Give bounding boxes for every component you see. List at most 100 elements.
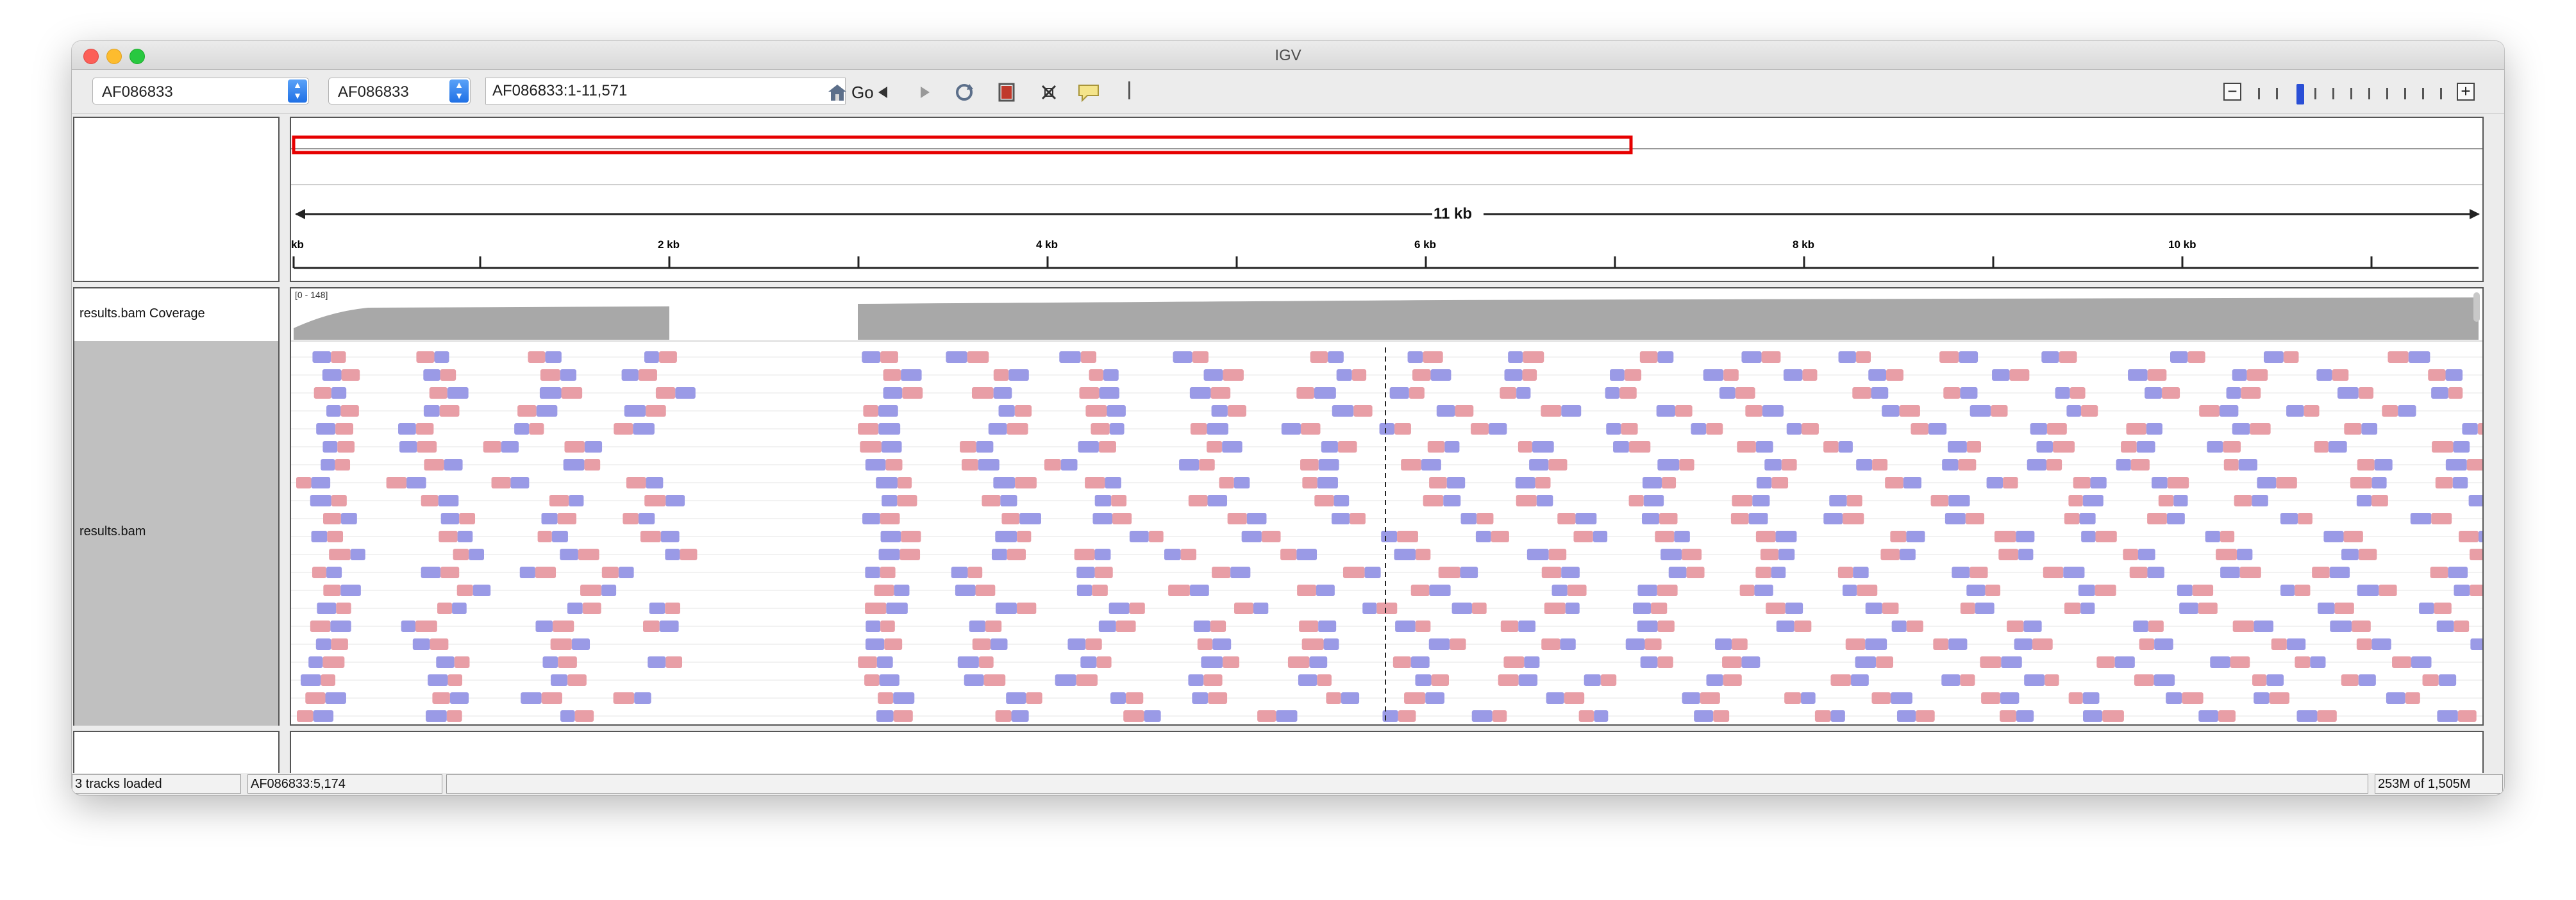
read-segment[interactable] bbox=[440, 567, 460, 578]
read-segment[interactable] bbox=[1431, 674, 1450, 686]
read-segment[interactable] bbox=[514, 423, 530, 435]
read-segment[interactable] bbox=[1723, 369, 1739, 381]
read-segment[interactable] bbox=[313, 710, 334, 722]
read-segment[interactable] bbox=[1959, 351, 1978, 363]
read-segment[interactable] bbox=[2357, 459, 2375, 471]
read-segment[interactable] bbox=[1230, 567, 1251, 578]
read-segment[interactable] bbox=[1998, 549, 2019, 560]
read-segment[interactable] bbox=[578, 549, 599, 560]
read-segment[interactable] bbox=[1755, 567, 1771, 578]
read-segment[interactable] bbox=[1092, 585, 1108, 596]
read-segment[interactable] bbox=[1300, 459, 1319, 471]
read-segment[interactable] bbox=[613, 692, 635, 704]
read-segment[interactable] bbox=[2045, 674, 2059, 686]
read-segment[interactable] bbox=[1752, 495, 1770, 506]
read-segment[interactable] bbox=[446, 710, 462, 722]
read-segment[interactable] bbox=[331, 638, 348, 650]
read-segment[interactable] bbox=[1096, 656, 1112, 668]
read-segment[interactable] bbox=[2198, 710, 2218, 722]
read-segment[interactable] bbox=[322, 441, 338, 453]
read-segment[interactable] bbox=[1567, 585, 1587, 596]
read-segment[interactable] bbox=[1246, 513, 1267, 524]
read-segment[interactable] bbox=[1662, 477, 1677, 488]
read-segment[interactable] bbox=[878, 423, 901, 435]
read-segment[interactable] bbox=[308, 656, 323, 668]
read-segment[interactable] bbox=[1317, 674, 1332, 686]
read-segment[interactable] bbox=[545, 351, 562, 363]
read-segment[interactable] bbox=[1428, 638, 1450, 650]
read-segment[interactable] bbox=[1778, 549, 1795, 560]
read-segment[interactable] bbox=[2023, 621, 2042, 632]
read-segment[interactable] bbox=[2063, 567, 2085, 578]
read-segment[interactable] bbox=[1756, 477, 1772, 488]
read-segment[interactable] bbox=[1287, 656, 1310, 668]
read-segment[interactable] bbox=[1389, 387, 1409, 399]
read-segment[interactable] bbox=[1116, 621, 1136, 632]
read-segment[interactable] bbox=[2000, 692, 2020, 704]
read-segment[interactable] bbox=[2198, 603, 2218, 614]
read-segment[interactable] bbox=[1551, 585, 1568, 596]
read-segment[interactable] bbox=[1657, 459, 1680, 471]
read-segment[interactable] bbox=[1896, 710, 1916, 722]
read-segment[interactable] bbox=[540, 369, 560, 381]
read-segment[interactable] bbox=[321, 459, 335, 471]
read-segment[interactable] bbox=[1660, 549, 1682, 560]
read-segment[interactable] bbox=[1948, 638, 1968, 650]
read-segment[interactable] bbox=[1401, 459, 1421, 471]
read-segment[interactable] bbox=[1966, 585, 1986, 596]
read-segment[interactable] bbox=[960, 441, 976, 453]
read-segment[interactable] bbox=[2070, 387, 2086, 399]
read-segment[interactable] bbox=[2358, 674, 2376, 686]
read-segment[interactable] bbox=[1488, 423, 1507, 435]
read-segment[interactable] bbox=[2445, 369, 2463, 381]
read-segment[interactable] bbox=[449, 692, 469, 704]
read-segment[interactable] bbox=[2116, 459, 2131, 471]
read-segment[interactable] bbox=[1686, 567, 1705, 578]
read-segment[interactable] bbox=[473, 585, 491, 596]
zoom-out-icon[interactable]: − bbox=[2223, 83, 2241, 101]
read-segment[interactable] bbox=[2263, 351, 2284, 363]
read-segment[interactable] bbox=[1675, 405, 1693, 417]
read-segment[interactable] bbox=[884, 638, 903, 650]
read-segment[interactable] bbox=[2154, 638, 2173, 650]
read-segment[interactable] bbox=[964, 674, 984, 686]
read-segment[interactable] bbox=[2066, 405, 2082, 417]
read-segment[interactable] bbox=[350, 549, 365, 560]
read-segment[interactable] bbox=[1364, 567, 1381, 578]
read-segment[interactable] bbox=[975, 585, 996, 596]
read-segment[interactable] bbox=[1584, 674, 1601, 686]
read-segment[interactable] bbox=[447, 387, 469, 399]
read-segment[interactable] bbox=[1786, 423, 1802, 435]
read-segment[interactable] bbox=[971, 387, 994, 399]
read-segment[interactable] bbox=[1425, 692, 1445, 704]
read-segment[interactable] bbox=[459, 513, 476, 524]
read-segment[interactable] bbox=[2130, 459, 2150, 471]
read-segment[interactable] bbox=[878, 549, 900, 560]
read-segment[interactable] bbox=[2170, 351, 2188, 363]
read-segment[interactable] bbox=[553, 621, 574, 632]
read-segment[interactable] bbox=[2219, 405, 2239, 417]
read-segment[interactable] bbox=[2453, 441, 2470, 453]
read-segment[interactable] bbox=[316, 423, 336, 435]
read-segment[interactable] bbox=[1508, 351, 1523, 363]
read-segment[interactable] bbox=[1876, 656, 1894, 668]
read-segment[interactable] bbox=[1945, 513, 1966, 524]
read-segment[interactable] bbox=[1098, 621, 1116, 632]
read-segment[interactable] bbox=[1107, 405, 1126, 417]
read-segment[interactable] bbox=[2329, 567, 2350, 578]
read-segment[interactable] bbox=[601, 567, 619, 578]
read-segment[interactable] bbox=[644, 351, 659, 363]
read-segment[interactable] bbox=[1007, 423, 1028, 435]
read-segment[interactable] bbox=[2079, 513, 2096, 524]
read-segment[interactable] bbox=[1755, 441, 1773, 453]
read-segment[interactable] bbox=[550, 638, 572, 650]
read-segment[interactable] bbox=[1523, 351, 1544, 363]
read-segment[interactable] bbox=[1776, 621, 1794, 632]
read-segment[interactable] bbox=[1546, 692, 1564, 704]
read-segment[interactable] bbox=[1637, 585, 1657, 596]
read-segment[interactable] bbox=[2323, 531, 2344, 542]
read-segment[interactable] bbox=[2466, 459, 2482, 471]
read-segment[interactable] bbox=[2139, 638, 2155, 650]
read-segment[interactable] bbox=[2073, 477, 2091, 488]
read-segment[interactable] bbox=[2182, 692, 2204, 704]
